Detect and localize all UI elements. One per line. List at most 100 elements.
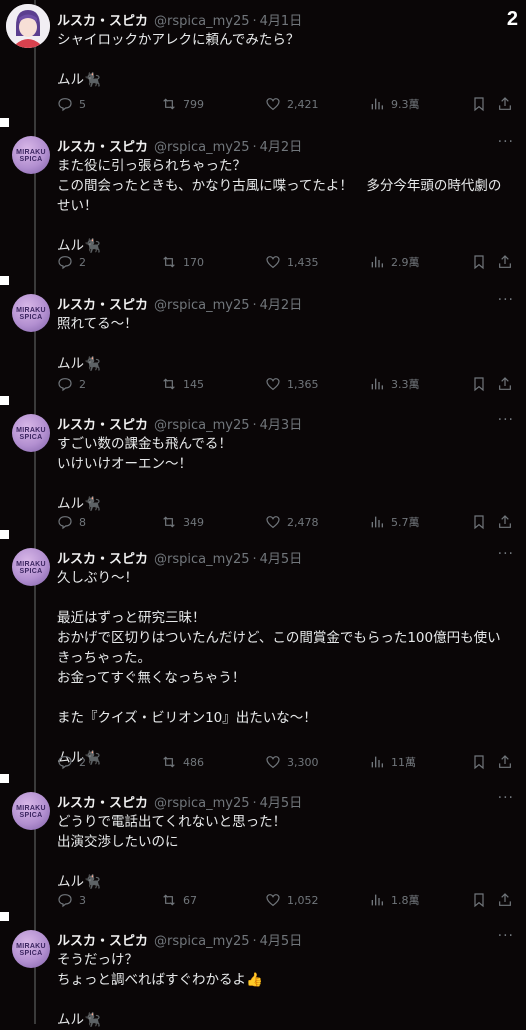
like-button[interactable]: 3,300: [265, 754, 319, 770]
more-button[interactable]: ···: [498, 546, 514, 562]
views-button[interactable]: 1.8萬: [369, 892, 420, 908]
author-handle[interactable]: @rspica_my25: [154, 418, 250, 433]
like-button[interactable]: 2,421: [265, 96, 319, 112]
retweet-count: 145: [183, 377, 204, 391]
tweet-date[interactable]: 4月1日: [260, 14, 303, 29]
more-icon: ···: [497, 928, 514, 944]
avatar[interactable]: [6, 4, 50, 48]
tweet-date[interactable]: 4月5日: [260, 796, 303, 811]
bookmark-button[interactable]: [471, 514, 487, 530]
reply-icon: [58, 378, 72, 392]
share-button[interactable]: [497, 892, 513, 908]
author-name[interactable]: ルスカ・スピカ: [57, 14, 148, 29]
author-handle[interactable]: @rspica_my25: [154, 140, 250, 155]
author-handle[interactable]: @rspica_my25: [154, 796, 250, 811]
avatar[interactable]: MIRAKU SPICA: [12, 548, 50, 586]
thread-marker: [0, 774, 9, 783]
retweet-button[interactable]: 145: [161, 376, 204, 392]
retweet-button[interactable]: 67: [161, 892, 197, 908]
author-handle[interactable]: @rspica_my25: [154, 934, 250, 949]
author-name[interactable]: ルスカ・スピカ: [57, 796, 148, 811]
author-name[interactable]: ルスカ・スピカ: [57, 298, 148, 313]
tweet[interactable]: MIRAKU SPICA ルスカ・スピカ @rspica_my25 · 4月2日 ··…: [0, 276, 526, 404]
thread-marker: [0, 396, 9, 405]
bookmark-button[interactable]: [471, 254, 487, 270]
tweet-date[interactable]: 4月3日: [260, 418, 303, 433]
views-button[interactable]: 3.3萬: [369, 376, 420, 392]
share-button[interactable]: [497, 254, 513, 270]
share-button[interactable]: [497, 514, 513, 530]
avatar[interactable]: MIRAKU SPICA: [12, 294, 50, 332]
tweet-text: どうりで電話出てくれないと思った！ 出演交渉したいのに ムル🐈‍⬛: [57, 814, 287, 890]
tweet[interactable]: MIRAKU SPICA ルスカ・スピカ @rspica_my25 · 4月2日 ··…: [0, 118, 526, 276]
avatar-logo-text: MIRAKU SPICA: [16, 307, 46, 321]
reply-button[interactable]: 8: [57, 514, 86, 530]
tweet[interactable]: MIRAKU SPICA ルスカ・スピカ @rspica_my25 · 4月3日 ··…: [0, 396, 526, 538]
more-button[interactable]: ···: [498, 134, 514, 150]
reply-button[interactable]: 3: [57, 892, 86, 908]
tweet-header: ルスカ・スピカ @rspica_my25 · 4月3日: [57, 414, 302, 433]
author-name[interactable]: ルスカ・スピカ: [57, 552, 148, 567]
retweet-count: 170: [183, 255, 204, 269]
heart-icon: [266, 756, 280, 769]
retweet-icon: [163, 894, 175, 906]
tweet[interactable]: MIRAKU SPICA ルスカ・スピカ @rspica_my25 · 4月5日 ··…: [0, 774, 526, 914]
views-button[interactable]: 11萬: [369, 754, 416, 770]
retweet-button[interactable]: 799: [161, 96, 204, 112]
reply-count: 2: [79, 755, 86, 769]
tweet[interactable]: ルスカ・スピカ @rspica_my25 · 4月1日 シャイロックかアレクに頼んでみ…: [0, 0, 526, 120]
view-count: 1.8萬: [391, 894, 420, 907]
tweet[interactable]: MIRAKU SPICA ルスカ・スピカ @rspica_my25 · 4月5日 ··…: [0, 912, 526, 1028]
author-name[interactable]: ルスカ・スピカ: [57, 140, 148, 155]
tweet-date[interactable]: 4月2日: [260, 298, 303, 313]
avatar[interactable]: MIRAKU SPICA: [12, 414, 50, 452]
share-button[interactable]: [497, 376, 513, 392]
author-handle[interactable]: @rspica_my25: [154, 298, 250, 313]
share-button[interactable]: [497, 96, 513, 112]
like-button[interactable]: 1,435: [265, 254, 319, 270]
avatar[interactable]: MIRAKU SPICA: [12, 930, 50, 968]
tweet-date[interactable]: 4月5日: [260, 934, 303, 949]
retweet-count: 799: [183, 97, 204, 111]
reply-button[interactable]: 2: [57, 376, 86, 392]
more-icon: ···: [497, 412, 514, 428]
views-button[interactable]: 2.9萬: [369, 254, 420, 270]
more-button[interactable]: ···: [498, 790, 514, 806]
more-button[interactable]: ···: [498, 928, 514, 944]
views-button[interactable]: 5.7萬: [369, 514, 420, 530]
retweet-button[interactable]: 349: [161, 514, 204, 530]
like-button[interactable]: 1,052: [265, 892, 319, 908]
share-icon: [499, 893, 511, 906]
views-icon: [371, 378, 383, 390]
author-handle[interactable]: @rspica_my25: [154, 552, 250, 567]
bookmark-button[interactable]: [471, 96, 487, 112]
tweet[interactable]: MIRAKU SPICA ルスカ・スピカ @rspica_my25 · 4月5日 ··…: [0, 530, 526, 774]
tweet-date[interactable]: 4月2日: [260, 140, 303, 155]
reply-button[interactable]: 5: [57, 96, 86, 112]
reply-button[interactable]: 2: [57, 754, 86, 770]
avatar[interactable]: MIRAKU SPICA: [12, 792, 50, 830]
tweet-date[interactable]: 4月5日: [260, 552, 303, 567]
avatar-logo-text: MIRAKU SPICA: [16, 561, 46, 575]
retweet-button[interactable]: 486: [161, 754, 204, 770]
bookmark-button[interactable]: [471, 754, 487, 770]
avatar[interactable]: MIRAKU SPICA: [12, 136, 50, 174]
bookmark-button[interactable]: [471, 892, 487, 908]
reply-icon: [58, 516, 72, 530]
author-name[interactable]: ルスカ・スピカ: [57, 934, 148, 949]
more-button[interactable]: ···: [498, 412, 514, 428]
author-handle[interactable]: @rspica_my25: [154, 14, 250, 29]
tweet-header: ルスカ・スピカ @rspica_my25 · 4月5日: [57, 792, 302, 811]
more-button[interactable]: ···: [498, 292, 514, 308]
share-button[interactable]: [497, 754, 513, 770]
author-name[interactable]: ルスカ・スピカ: [57, 418, 148, 433]
tweet-text: そうだっけ？ ちょっと調べればすぐわかるよ👍 ムル🐈‍⬛: [57, 952, 263, 1028]
like-button[interactable]: 2,478: [265, 514, 319, 530]
like-button[interactable]: 1,365: [265, 376, 319, 392]
views-button[interactable]: 9.3萬: [369, 96, 420, 112]
heart-icon: [266, 98, 280, 111]
tweet-text: 照れてる～！ ムル🐈‍⬛: [57, 316, 138, 372]
bookmark-button[interactable]: [471, 376, 487, 392]
retweet-button[interactable]: 170: [161, 254, 204, 270]
reply-button[interactable]: 2: [57, 254, 86, 270]
